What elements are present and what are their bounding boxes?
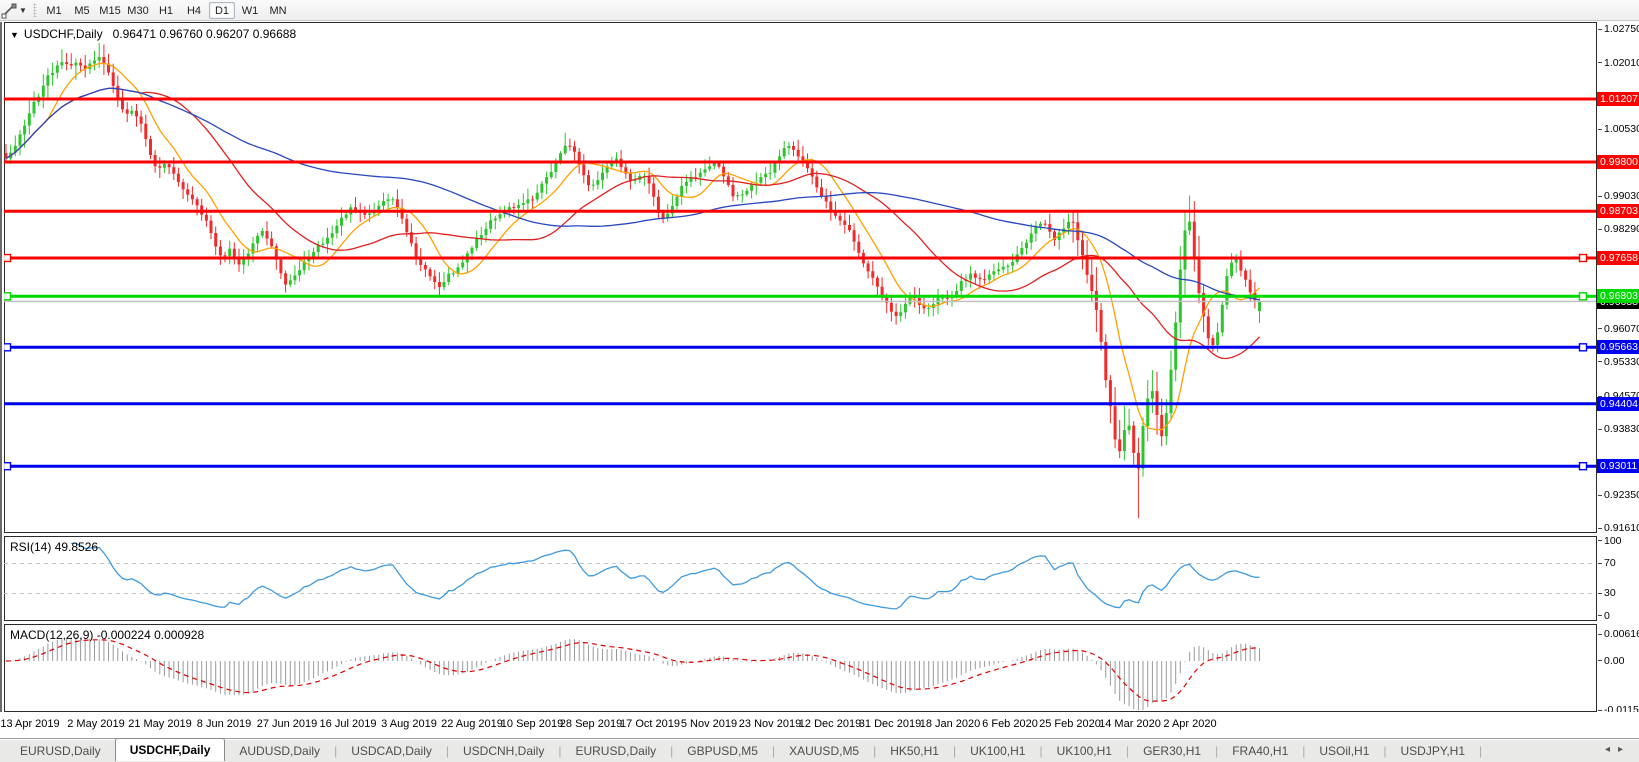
tab-scroll-right-icon[interactable]: ▸	[1618, 744, 1631, 755]
date-axis-label: 27 Jun 2019	[256, 718, 318, 730]
hline-handle[interactable]	[4, 343, 12, 352]
chart-canvas[interactable]	[0, 0, 1639, 762]
symbol-tab-xauusd-m5[interactable]: XAUUSD,M5	[775, 739, 873, 762]
price-axis-tick: 1.02010	[1598, 57, 1639, 70]
hline-price-tag: 0.96803	[1597, 289, 1639, 304]
symbol-tab-uk100-h1[interactable]: UK100,H1	[1043, 739, 1126, 762]
tab-scroll-arrows[interactable]: ◂▸	[1605, 744, 1631, 755]
price-axis-tick: 1.02750	[1598, 23, 1639, 36]
date-axis-label: 8 Jun 2019	[196, 718, 252, 730]
symbol-tab-usdjpy-h1[interactable]: USDJPY,H1	[1387, 739, 1479, 762]
symbol-tab-hk50-h1[interactable]: HK50,H1	[876, 739, 953, 762]
rsi-axis-tick: 0	[1598, 610, 1610, 623]
ma-slow-line	[5, 87, 1260, 301]
macd-axis-tick: 0.00	[1598, 655, 1624, 668]
price-axis-tick: 0.93830	[1598, 423, 1639, 436]
hline-price-tag: 1.01207	[1597, 91, 1639, 106]
mt4-window: ▼ M1 M5 M15 M30 H1 H4 D1 W1 MN ▼ USDCHF,Daily 0.96…	[0, 0, 1639, 762]
price-axis-tick: 0.99030	[1598, 190, 1639, 203]
symbol-tab-usdchf-daily[interactable]: USDCHF,Daily	[114, 738, 226, 761]
price-axis-tick: 0.98290	[1598, 223, 1639, 236]
date-axis-label: 17 Oct 2019	[620, 718, 680, 730]
hline-handle[interactable]	[1578, 462, 1588, 471]
date-axis-label: 31 Dec 2019	[858, 718, 922, 730]
date-axis-label: 5 Nov 2019	[680, 718, 738, 730]
date-axis-label: 2 May 2019	[67, 718, 125, 730]
price-axis-tick: 1.00530	[1598, 123, 1639, 136]
price-axis-tick: 0.91610	[1598, 522, 1639, 535]
date-axis-label: 6 Feb 2020	[982, 718, 1038, 730]
symbol-tab-fra40-h1[interactable]: FRA40,H1	[1218, 739, 1302, 762]
symbol-tab-ger30-h1[interactable]: GER30,H1	[1129, 739, 1215, 762]
hline-handle[interactable]	[4, 292, 12, 301]
macd-title: MACD(12,26,9) -0.000224 0.000928	[10, 628, 204, 642]
hline-price-tag: 0.93011	[1597, 459, 1639, 474]
rsi-axis-tick: 30	[1598, 587, 1616, 600]
hline-price-tag: 0.94404	[1597, 396, 1639, 411]
chart-title: ▼ USDCHF,Daily 0.96471 0.96760 0.96207 0.9…	[10, 27, 296, 41]
price-axis-tick: 0.96070	[1598, 323, 1639, 336]
date-axis-label: 23 Nov 2019	[738, 718, 802, 730]
date-axis-label: 12 Dec 2019	[798, 718, 862, 730]
macd-values: -0.000224 0.000928	[96, 628, 205, 642]
macd-signal-line	[5, 639, 1260, 702]
date-axis-label: 16 Jul 2019	[319, 718, 377, 730]
date-axis-label: 13 Apr 2019	[0, 718, 60, 730]
symbol-tab-eurusd-daily[interactable]: EURUSD,Daily	[561, 739, 670, 762]
date-axis-label: 28 Sep 2019	[559, 718, 623, 730]
date-axis-label: 3 Aug 2019	[381, 718, 437, 730]
rsi-title: RSI(14) 49.8526	[10, 540, 98, 554]
symbol-tabbar: EURUSD,Daily USDCHF,Daily AUDUSD,Daily | USD…	[0, 738, 1639, 762]
macd-histogram	[5, 637, 1260, 710]
tab-separator: |	[1479, 743, 1483, 758]
date-axis-label: 18 Jan 2020	[919, 718, 981, 730]
date-axis-label: 22 Aug 2019	[441, 718, 503, 730]
date-axis-label: 21 May 2019	[128, 718, 192, 730]
hline-handle[interactable]	[4, 253, 12, 263]
price-axis[interactable]: 1.027501.020101.005300.990300.982900.975…	[1597, 22, 1639, 716]
symbol-tab-usdcad-daily[interactable]: USDCAD,Daily	[337, 739, 446, 762]
hline-price-tag: 0.98703	[1597, 204, 1639, 219]
date-axis-label: 25 Feb 2020	[1039, 718, 1101, 730]
rsi-label: RSI(14)	[10, 540, 52, 554]
date-axis-label: 10 Sep 2019	[500, 718, 564, 730]
date-axis-label: 2 Apr 2020	[1163, 718, 1217, 730]
hline-handle[interactable]	[1578, 292, 1588, 301]
date-axis[interactable]: 13 Apr 2019 2 May 2019 21 May 2019 8 Jun 20…	[0, 712, 1639, 738]
symbol-tab-gbpusd-m5[interactable]: GBPUSD,M5	[673, 739, 772, 762]
chart-symbol-label: USDCHF,Daily	[23, 27, 103, 41]
hline-handle[interactable]	[1578, 253, 1588, 263]
hline-price-tag: 0.99800	[1597, 155, 1639, 169]
ma-fast-line	[5, 62, 1260, 431]
symbol-tab-eurusd-daily[interactable]: EURUSD,Daily	[6, 739, 115, 762]
symbol-tab-usoil-h1[interactable]: USOil,H1	[1305, 739, 1383, 762]
chart-ohlc-values: 0.96471 0.96760 0.96207 0.96688	[112, 27, 297, 41]
macd-axis-tick: 0.006167	[1598, 628, 1639, 641]
symbol-tab-usdcnh-daily[interactable]: USDCNH,Daily	[449, 739, 558, 762]
date-axis-label: 14 Mar 2020	[1099, 718, 1161, 730]
rsi-line	[71, 542, 1260, 610]
tab-scroll-left-icon[interactable]: ◂	[1605, 744, 1618, 755]
hline-handle[interactable]	[4, 462, 12, 471]
hline-handle[interactable]	[1578, 343, 1588, 352]
macd-label: MACD(12,26,9)	[10, 628, 94, 642]
rsi-value: 49.8526	[54, 540, 99, 554]
price-axis-tick: 0.95330	[1598, 356, 1639, 369]
symbol-tab-uk100-h1[interactable]: UK100,H1	[956, 739, 1039, 762]
symbol-tab-audusd-daily[interactable]: AUDUSD,Daily	[225, 739, 334, 762]
price-axis-tick: 0.92350	[1598, 489, 1639, 502]
symbol-dropdown-icon[interactable]: ▼	[10, 30, 19, 40]
rsi-axis-tick: 70	[1598, 557, 1616, 570]
hline-price-tag: 0.95663	[1597, 340, 1639, 355]
hline-price-tag: 0.97658	[1597, 250, 1639, 265]
rsi-axis-tick: 100	[1598, 535, 1622, 548]
